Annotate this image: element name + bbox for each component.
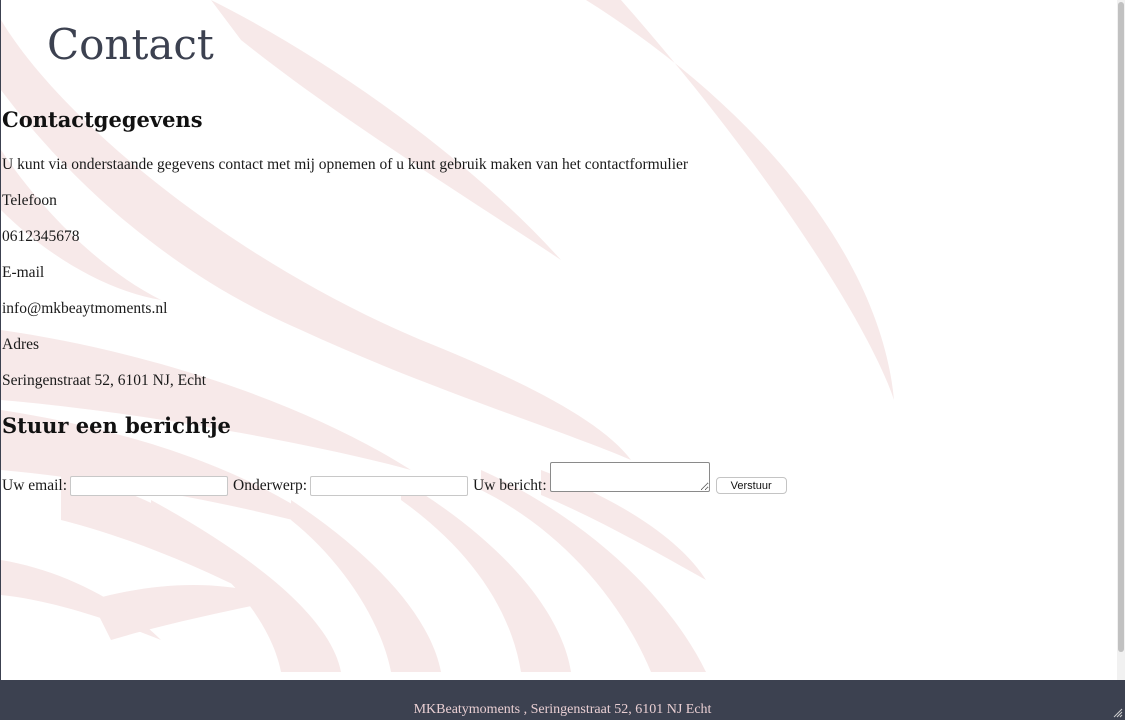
footer: MKBeatymoments , Seringenstraat 52, 6101… <box>0 680 1125 720</box>
form-message-textarea[interactable] <box>549 462 710 492</box>
resize-grip-icon[interactable] <box>1113 708 1123 718</box>
vertical-scrollbar[interactable] <box>1117 0 1125 680</box>
address-value: Seringenstraat 52, 6101 NJ, Echt <box>2 372 207 389</box>
form-email-label: Uw email: <box>2 477 67 494</box>
form-message-label: Uw bericht: <box>473 477 547 494</box>
form-subject-input[interactable] <box>310 476 469 496</box>
message-form-heading: Stuur een berichtje <box>2 413 231 438</box>
email-label: E-mail <box>2 264 45 281</box>
email-value: info@mkbeaytmoments.nl <box>2 300 168 317</box>
contact-intro-text: U kunt via onderstaande gegevens contact… <box>2 156 689 173</box>
page-title: Contact <box>47 20 214 69</box>
wing-watermark-image <box>1 0 894 672</box>
page-content: Contact Contactgegevens U kunt via onder… <box>0 0 1117 680</box>
form-subject-label: Onderwerp: <box>233 477 308 494</box>
contact-form: Uw email: Onderwerp: Uw bericht: Verstuu… <box>2 462 787 496</box>
phone-label: Telefoon <box>2 192 57 209</box>
form-email-input[interactable] <box>70 476 228 496</box>
footer-text: MKBeatymoments , Seringenstraat 52, 6101… <box>413 702 712 717</box>
contact-details-heading: Contactgegevens <box>2 107 203 132</box>
address-label: Adres <box>2 336 40 353</box>
scrollbar-thumb[interactable] <box>1118 2 1124 652</box>
submit-button[interactable]: Verstuur <box>715 477 787 494</box>
phone-value: 0612345678 <box>2 228 80 245</box>
